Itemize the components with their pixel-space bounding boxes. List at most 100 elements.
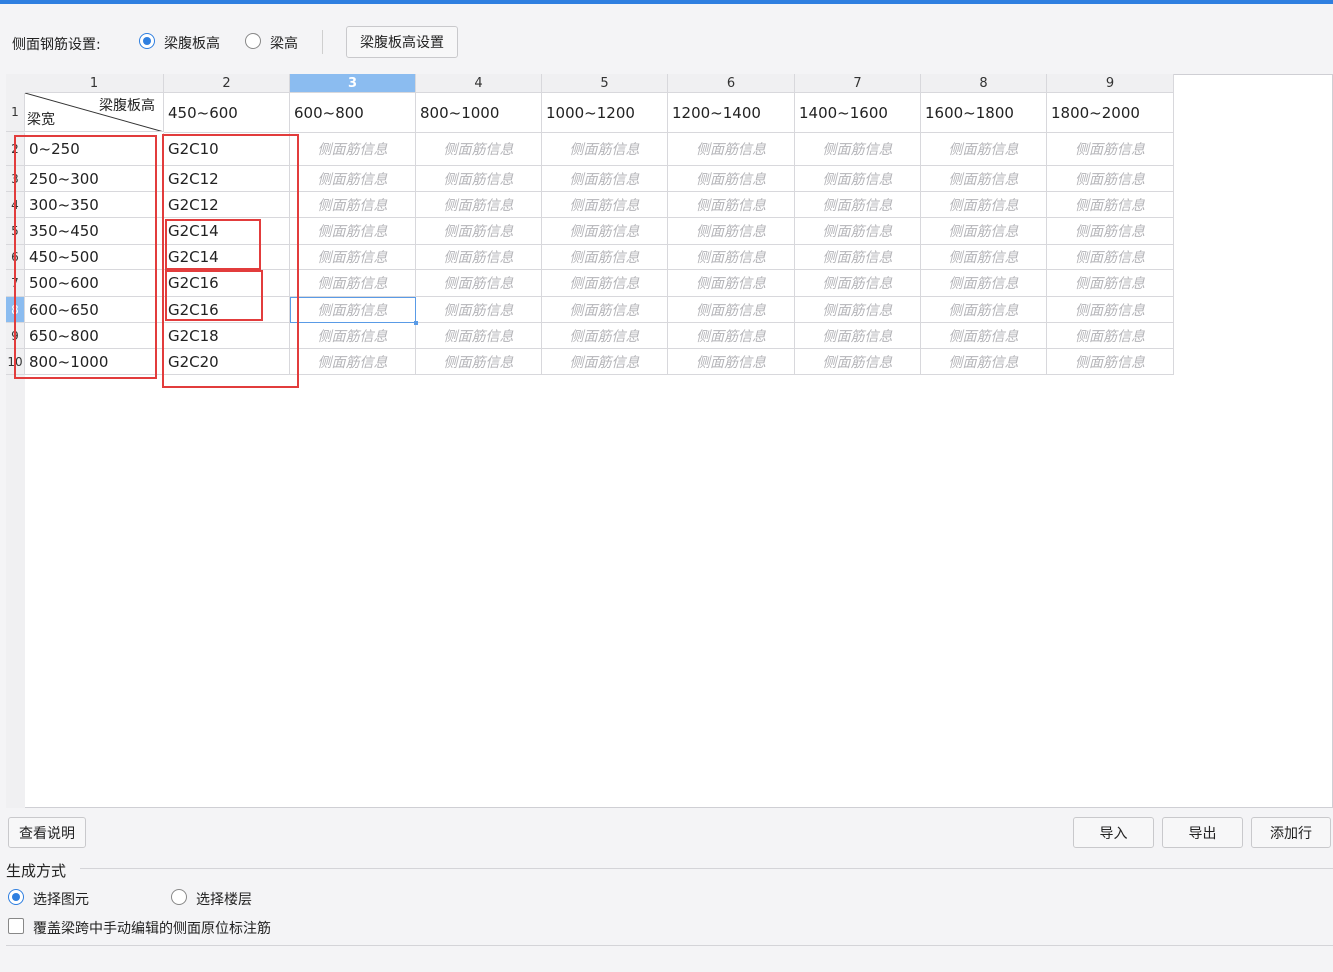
rebar-info-placeholder-cell[interactable]: 侧面筋信息	[542, 192, 668, 218]
height-range-header[interactable]: 600~800	[290, 93, 416, 133]
rebar-info-placeholder-cell[interactable]: 侧面筋信息	[668, 192, 795, 218]
row-header-5[interactable]: 5	[6, 218, 25, 245]
rebar-info-placeholder-cell[interactable]: 侧面筋信息	[290, 349, 416, 375]
row-header-3[interactable]: 3	[6, 166, 25, 192]
rebar-info-placeholder-cell[interactable]: 侧面筋信息	[795, 297, 921, 323]
beam-width-cell[interactable]: 800~1000	[25, 349, 164, 375]
rebar-info-placeholder-cell[interactable]: 侧面筋信息	[1047, 349, 1174, 375]
column-header-8[interactable]: 8	[921, 74, 1047, 93]
import-button[interactable]: 导入	[1073, 817, 1154, 848]
rebar-value-cell[interactable]: G2C12	[164, 192, 290, 218]
select-element-label[interactable]: 选择图元	[33, 889, 89, 909]
rebar-info-placeholder-cell[interactable]: 侧面筋信息	[416, 166, 542, 192]
rebar-info-placeholder-cell[interactable]: 侧面筋信息	[921, 133, 1047, 166]
rebar-info-placeholder-cell[interactable]: 侧面筋信息	[542, 270, 668, 297]
override-manual-edit-checkbox[interactable]	[8, 918, 24, 934]
rebar-info-placeholder-cell[interactable]: 侧面筋信息	[668, 166, 795, 192]
rebar-info-placeholder-cell[interactable]: 侧面筋信息	[416, 133, 542, 166]
beam-width-cell[interactable]: 0~250	[25, 133, 164, 166]
rebar-info-placeholder-cell[interactable]: 侧面筋信息	[542, 133, 668, 166]
rebar-info-placeholder-cell[interactable]: 侧面筋信息	[290, 133, 416, 166]
export-button[interactable]: 导出	[1162, 817, 1243, 848]
rebar-info-placeholder-cell[interactable]: 侧面筋信息	[668, 218, 795, 245]
rebar-value-cell[interactable]: G2C10	[164, 133, 290, 166]
rebar-info-placeholder-cell[interactable]: 侧面筋信息	[921, 166, 1047, 192]
beam-width-cell[interactable]: 500~600	[25, 270, 164, 297]
row-header-1[interactable]: 1	[6, 93, 25, 132]
rebar-info-placeholder-cell[interactable]: 侧面筋信息	[290, 218, 416, 245]
rebar-info-placeholder-cell[interactable]: 侧面筋信息	[416, 349, 542, 375]
rebar-info-placeholder-cell[interactable]: 侧面筋信息	[1047, 245, 1174, 270]
beam-height-radio[interactable]	[245, 33, 261, 49]
rebar-value-cell[interactable]: G2C12	[164, 166, 290, 192]
rebar-info-placeholder-cell[interactable]: 侧面筋信息	[668, 297, 795, 323]
column-header-1[interactable]: 1	[25, 74, 164, 93]
rebar-info-placeholder-cell[interactable]: 侧面筋信息	[416, 297, 542, 323]
row-header-7[interactable]: 7	[6, 270, 25, 297]
select-floor-label[interactable]: 选择楼层	[196, 889, 252, 909]
rebar-info-placeholder-cell[interactable]: 侧面筋信息	[542, 349, 668, 375]
rebar-value-cell[interactable]: G2C14	[164, 245, 290, 270]
rebar-info-placeholder-cell[interactable]: 侧面筋信息	[290, 270, 416, 297]
column-header-3[interactable]: 3	[290, 74, 416, 93]
rebar-info-placeholder-cell[interactable]: 侧面筋信息	[921, 245, 1047, 270]
rebar-info-placeholder-cell[interactable]: 侧面筋信息	[290, 297, 416, 323]
rebar-info-placeholder-cell[interactable]: 侧面筋信息	[290, 245, 416, 270]
row-header-4[interactable]: 4	[6, 192, 25, 218]
height-range-header[interactable]: 1200~1400	[668, 93, 795, 133]
view-help-button[interactable]: 查看说明	[8, 817, 86, 848]
rebar-info-placeholder-cell[interactable]: 侧面筋信息	[416, 323, 542, 349]
rebar-info-placeholder-cell[interactable]: 侧面筋信息	[795, 218, 921, 245]
rebar-info-placeholder-cell[interactable]: 侧面筋信息	[921, 192, 1047, 218]
column-header-7[interactable]: 7	[795, 74, 921, 93]
rebar-info-placeholder-cell[interactable]: 侧面筋信息	[921, 270, 1047, 297]
rebar-info-placeholder-cell[interactable]: 侧面筋信息	[1047, 218, 1174, 245]
rebar-info-placeholder-cell[interactable]: 侧面筋信息	[290, 323, 416, 349]
rebar-info-placeholder-cell[interactable]: 侧面筋信息	[542, 166, 668, 192]
rebar-info-placeholder-cell[interactable]: 侧面筋信息	[1047, 166, 1174, 192]
rebar-value-cell[interactable]: G2C16	[164, 270, 290, 297]
rebar-info-placeholder-cell[interactable]: 侧面筋信息	[668, 245, 795, 270]
rebar-info-placeholder-cell[interactable]: 侧面筋信息	[1047, 133, 1174, 166]
column-header-9[interactable]: 9	[1047, 74, 1174, 93]
rebar-info-placeholder-cell[interactable]: 侧面筋信息	[1047, 323, 1174, 349]
rebar-info-placeholder-cell[interactable]: 侧面筋信息	[668, 270, 795, 297]
web-height-settings-button[interactable]: 梁腹板高设置	[346, 26, 458, 58]
height-range-header[interactable]: 1600~1800	[921, 93, 1047, 133]
beam-width-cell[interactable]: 650~800	[25, 323, 164, 349]
column-header-2[interactable]: 2	[164, 74, 290, 93]
rebar-info-placeholder-cell[interactable]: 侧面筋信息	[416, 245, 542, 270]
rebar-info-placeholder-cell[interactable]: 侧面筋信息	[668, 349, 795, 375]
override-manual-edit-label[interactable]: 覆盖梁跨中手动编辑的侧面原位标注筋	[33, 918, 271, 938]
column-header-5[interactable]: 5	[542, 74, 668, 93]
rebar-info-placeholder-cell[interactable]: 侧面筋信息	[795, 349, 921, 375]
beam-width-cell[interactable]: 600~650	[25, 297, 164, 323]
rebar-info-placeholder-cell[interactable]: 侧面筋信息	[921, 297, 1047, 323]
row-header-9[interactable]: 9	[6, 323, 25, 349]
height-range-header[interactable]: 1400~1600	[795, 93, 921, 133]
rebar-info-placeholder-cell[interactable]: 侧面筋信息	[290, 192, 416, 218]
rebar-info-placeholder-cell[interactable]: 侧面筋信息	[416, 270, 542, 297]
select-floor-radio[interactable]	[171, 889, 187, 905]
rebar-info-placeholder-cell[interactable]: 侧面筋信息	[795, 192, 921, 218]
rebar-info-placeholder-cell[interactable]: 侧面筋信息	[795, 323, 921, 349]
rebar-info-placeholder-cell[interactable]: 侧面筋信息	[921, 349, 1047, 375]
row-header-10[interactable]: 10	[6, 349, 25, 375]
web-height-radio-label[interactable]: 梁腹板高	[164, 33, 220, 53]
rebar-info-placeholder-cell[interactable]: 侧面筋信息	[542, 245, 668, 270]
rebar-info-placeholder-cell[interactable]: 侧面筋信息	[1047, 192, 1174, 218]
height-range-header[interactable]: 1800~2000	[1047, 93, 1174, 133]
rebar-value-cell[interactable]: G2C16	[164, 297, 290, 323]
rebar-info-placeholder-cell[interactable]: 侧面筋信息	[795, 270, 921, 297]
rebar-value-cell[interactable]: G2C14	[164, 218, 290, 245]
beam-width-cell[interactable]: 350~450	[25, 218, 164, 245]
rebar-info-placeholder-cell[interactable]: 侧面筋信息	[1047, 270, 1174, 297]
beam-width-cell[interactable]: 450~500	[25, 245, 164, 270]
add-row-button[interactable]: 添加行	[1251, 817, 1331, 848]
rebar-value-cell[interactable]: G2C20	[164, 349, 290, 375]
rebar-info-placeholder-cell[interactable]: 侧面筋信息	[921, 218, 1047, 245]
rebar-info-placeholder-cell[interactable]: 侧面筋信息	[542, 218, 668, 245]
beam-height-radio-label[interactable]: 梁高	[270, 33, 298, 53]
column-header-6[interactable]: 6	[668, 74, 795, 93]
rebar-info-placeholder-cell[interactable]: 侧面筋信息	[416, 218, 542, 245]
